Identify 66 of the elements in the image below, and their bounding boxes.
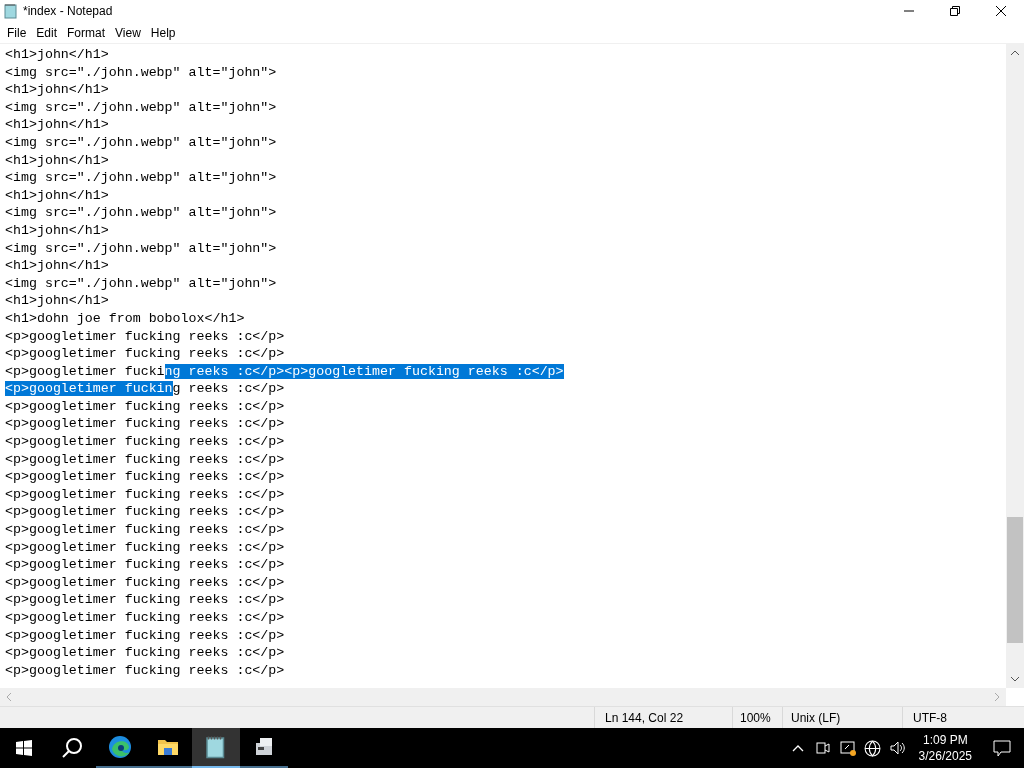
- code-text: <p>googletimer fucking reeks :c</p>: [5, 592, 285, 608]
- code-text: <p>googletimer fucki: [5, 363, 165, 379]
- close-icon: [996, 6, 1006, 16]
- code-text: <h1>john</h1>: [5, 258, 109, 274]
- code-text: <h1>john</h1>: [5, 47, 109, 62]
- code-text: <h1>john</h1>: [5, 293, 109, 309]
- code-text: <p>googletimer fucking reeks :c</p>: [5, 539, 285, 555]
- code-text: <p>googletimer fucking reeks :c</p>: [5, 486, 285, 502]
- scroll-left-icon: [5, 693, 13, 701]
- code-text: <img src="./john.webp" alt="john">: [5, 275, 277, 291]
- code-text: <img src="./john.webp" alt="john">: [5, 240, 277, 256]
- menu-item[interactable]: File: [2, 23, 32, 42]
- search-icon: [61, 737, 83, 759]
- code-text: <h1>john</h1>: [5, 82, 109, 98]
- selected-text: ng reeks :c</p><p>googletimer fucking reeks :c</p>: [164, 363, 564, 379]
- code-text: <h1>dohn joe from bobolox</h1>: [5, 310, 245, 326]
- menu-item[interactable]: Help: [145, 23, 181, 42]
- notepad-icon: [3, 3, 19, 19]
- clock-time[interactable]: 1:09 PM: [922, 732, 968, 748]
- code-text: <p>googletimer fucking reeks :c</p>: [5, 416, 285, 432]
- code-text: <img src="./john.webp" alt="john">: [5, 134, 277, 150]
- scroll-right-icon: [993, 693, 1001, 701]
- code-text: <p>googletimer fucking reeks :c</p>: [5, 522, 285, 538]
- code-text: <img src="./john.webp" alt="john">: [5, 205, 277, 221]
- code-text: <p>googletimer fucking reeks :c</p>: [5, 451, 285, 467]
- speaker-icon[interactable]: [888, 740, 905, 756]
- restore-icon: [950, 6, 960, 16]
- scroll-up-icon: [1011, 49, 1019, 57]
- code-text: <p>googletimer fucking reeks :c</p>: [5, 504, 285, 520]
- selected-text: <p>googletimer fuckin: [5, 381, 173, 397]
- code-text: <img src="./john.webp" alt="john">: [5, 64, 277, 80]
- code-text: <img src="./john.webp" alt="john">: [5, 170, 277, 186]
- code-text: <p>googletimer fucking reeks :c</p>: [5, 557, 285, 573]
- window-title: *index - Notepad: [23, 3, 113, 20]
- code-text: g reeks :c</p>: [172, 381, 285, 397]
- menu-item[interactable]: Edit: [31, 23, 63, 42]
- code-text: <img src="./john.webp" alt="john">: [5, 99, 277, 115]
- code-text: <h1>john</h1>: [5, 222, 109, 238]
- camera-icon[interactable]: [815, 740, 830, 756]
- monitor-icon[interactable]: [839, 740, 856, 756]
- horizontal-scrollbar[interactable]: [0, 688, 1006, 706]
- code-text: <p>googletimer fucking reeks :c</p>: [5, 434, 285, 450]
- code-text: <p>googletimer fucking reeks :c</p>: [5, 627, 285, 643]
- chevron-up-icon[interactable]: [791, 744, 804, 752]
- code-text: <p>googletimer fucking reeks :c</p>: [5, 574, 285, 590]
- edge-icon: [108, 735, 132, 759]
- code-text: <p>googletimer fucking reeks :c</p>: [5, 328, 285, 344]
- code-text: <h1>john</h1>: [5, 117, 109, 133]
- code-text: <p>googletimer fucking reeks :c</p>: [5, 645, 285, 661]
- code-text: <p>googletimer fucking reeks :c</p>: [5, 469, 285, 485]
- vertical-scrollbar[interactable]: [1006, 44, 1024, 688]
- taskbar-app[interactable]: [192, 728, 240, 768]
- speech-bubble-icon: [993, 739, 1011, 757]
- globe-icon[interactable]: [863, 739, 881, 757]
- clock-date[interactable]: 3/26/2025: [918, 748, 972, 764]
- code-text: <p>googletimer fucking reeks :c</p>: [5, 610, 285, 625]
- scroll-down-icon: [1011, 675, 1019, 683]
- windows-logo-icon: [16, 740, 32, 756]
- menu-item[interactable]: Format: [62, 23, 111, 42]
- code-text: <h1>john</h1>: [5, 187, 109, 203]
- code-text: <p>googletimer fucking reeks :c</p>: [5, 346, 285, 362]
- menu-item[interactable]: View: [110, 23, 146, 42]
- code-text: <h1>john</h1>: [5, 152, 109, 168]
- scrollbar-thumb[interactable]: [1007, 517, 1023, 643]
- code-text: <p>googletimer fucking reeks :c</p>: [5, 398, 285, 414]
- code-text: <p>googletimer fucking reeks :c</p>: [5, 662, 285, 678]
